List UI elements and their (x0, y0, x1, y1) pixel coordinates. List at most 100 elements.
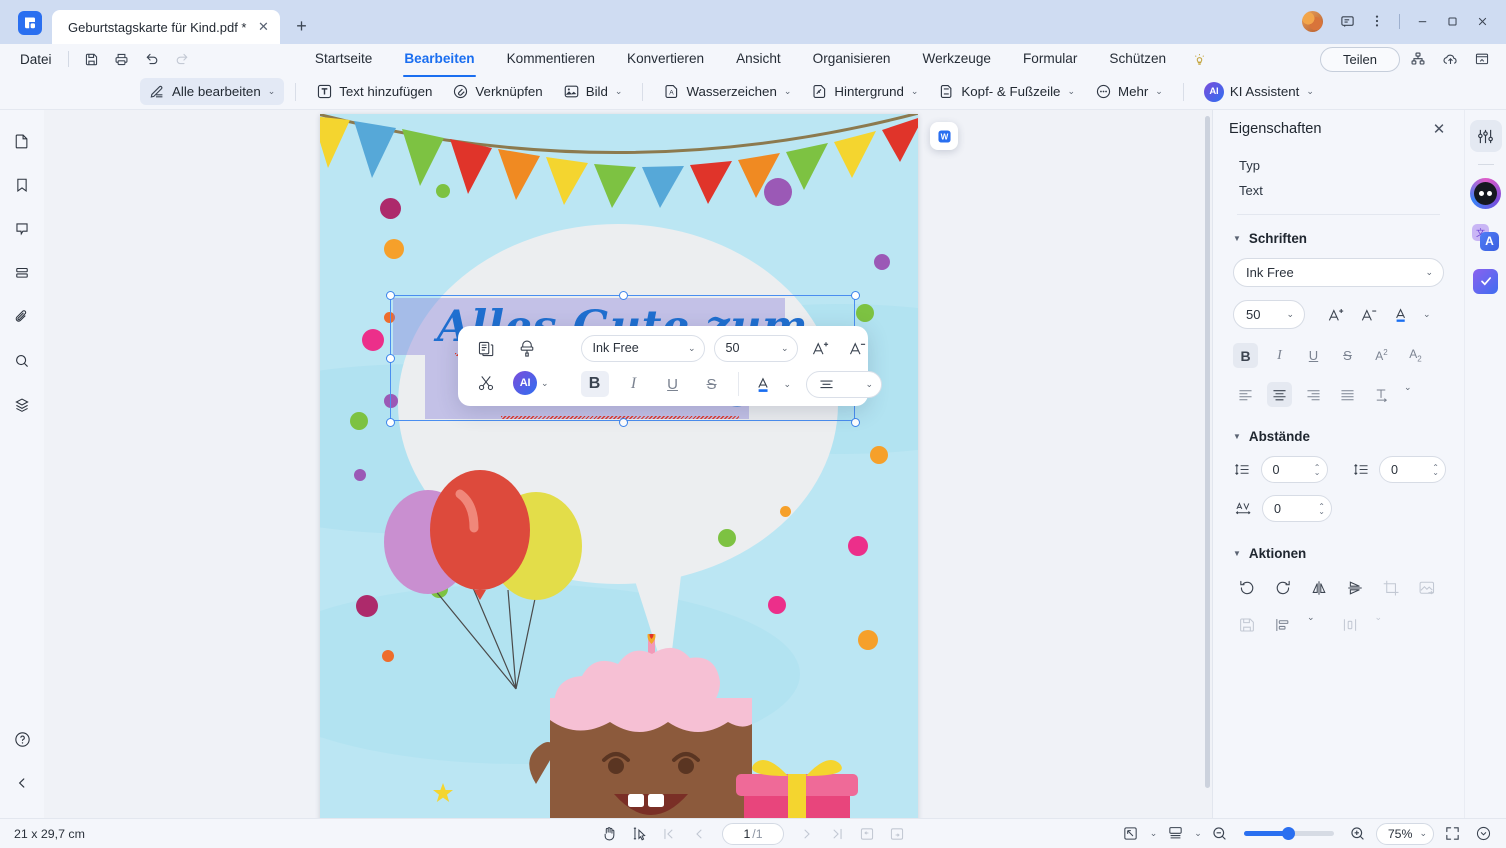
comment-icon[interactable] (5, 212, 39, 246)
tab-ansicht[interactable]: Ansicht (720, 47, 797, 71)
tips-bulb-icon[interactable] (1192, 52, 1207, 67)
strikethrough-button[interactable]: S (698, 371, 726, 397)
underline-button[interactable]: U (659, 371, 687, 397)
more-tools-button[interactable]: Mehr ⌄ (1086, 78, 1172, 105)
tab-werkzeuge[interactable]: Werkzeuge (906, 47, 1007, 71)
close-window-button[interactable] (1468, 8, 1496, 34)
align-center-button[interactable] (1267, 382, 1292, 407)
zoom-slider[interactable] (1243, 827, 1334, 840)
export-word-badge-icon[interactable]: W (930, 122, 958, 150)
alignment-select[interactable]: ⌄ (806, 370, 883, 398)
document-canvas[interactable]: Alles Gute zum Geburtstag W (44, 110, 1212, 818)
tab-kommentieren[interactable]: Kommentieren (491, 47, 611, 71)
page-number-input[interactable]: 1 /1 (722, 822, 784, 845)
flip-horizontal-icon[interactable] (1306, 575, 1331, 600)
document-tab[interactable]: Geburtstagskarte für Kind.pdf * ✕ (52, 10, 281, 44)
fit-page-icon[interactable] (1118, 823, 1144, 845)
flip-vertical-icon[interactable] (1342, 575, 1367, 600)
font-size-select[interactable]: 50 ⌄ (1233, 300, 1305, 329)
tab-bearbeiten[interactable]: Bearbeiten (388, 47, 490, 77)
font-family-select[interactable]: Ink Free ⌄ (1233, 258, 1444, 287)
tab-startseite[interactable]: Startseite (299, 47, 388, 71)
decrease-font-size-icon[interactable] (1356, 302, 1381, 327)
line-spacing-input[interactable]: 0 ⌃ ⌄ (1260, 456, 1328, 483)
stepper-arrows[interactable]: ⌃ ⌄ (1314, 463, 1321, 476)
cut-icon[interactable] (472, 371, 499, 395)
stepper-arrows[interactable]: ⌃ ⌄ (1432, 463, 1439, 476)
resize-handle-n[interactable] (619, 291, 628, 300)
zoom-out-button[interactable] (1207, 823, 1233, 845)
pdf-page[interactable]: Alles Gute zum Geburtstag (320, 114, 918, 818)
resize-handle-nw[interactable] (386, 291, 395, 300)
edit-all-button[interactable]: Alle bearbeiten ⌄ (140, 78, 285, 105)
hand-tool-icon[interactable] (596, 823, 622, 845)
ai-assistant-button[interactable]: AI KI Assistent ⌄ (1195, 77, 1323, 107)
italic-button[interactable]: I (620, 371, 648, 397)
align-objects-icon[interactable] (1270, 612, 1295, 637)
background-button[interactable]: Hintergrund ⌄ (802, 78, 927, 105)
maximize-button[interactable] (1438, 8, 1466, 34)
attachment-icon[interactable] (5, 300, 39, 334)
strikethrough-button[interactable]: S (1335, 343, 1360, 368)
undo-icon[interactable] (137, 47, 167, 71)
bookmark-icon[interactable] (5, 168, 39, 202)
more-menu-icon[interactable] (1363, 8, 1391, 34)
align-right-button[interactable] (1301, 382, 1326, 407)
bold-button[interactable]: B (580, 371, 609, 397)
header-footer-button[interactable]: Kopf- & Fußzeile ⌄ (929, 78, 1084, 105)
italic-button[interactable]: I (1267, 343, 1292, 368)
pages-icon[interactable] (5, 124, 39, 158)
ai-tools-button[interactable]: AI ⌄ (513, 371, 549, 395)
zoom-level-select[interactable]: 75% ⌄ (1375, 822, 1434, 845)
layers-icon[interactable] (5, 388, 39, 422)
properties-icon[interactable] (1469, 120, 1502, 152)
subscript-button[interactable]: A2 (1403, 343, 1428, 368)
search-icon[interactable] (5, 344, 39, 378)
rotate-right-icon[interactable] (1270, 575, 1295, 600)
char-spacing-input[interactable]: 0 ⌃ ⌄ (1262, 495, 1332, 522)
font-family-select[interactable]: Ink Free ⌄ (580, 334, 705, 362)
share-button[interactable]: Teilen (1320, 46, 1400, 72)
image-button[interactable]: Bild ⌄ (554, 78, 632, 105)
resize-handle-ne[interactable] (851, 291, 860, 300)
checklist-icon[interactable] (1470, 265, 1502, 297)
chevron-down-icon[interactable]: ⌄ (1404, 382, 1412, 407)
minimize-button[interactable] (1408, 8, 1436, 34)
increase-font-size-icon[interactable] (1323, 302, 1348, 327)
list-icon[interactable] (5, 256, 39, 290)
feedback-icon[interactable] (1333, 8, 1361, 34)
format-painter-icon[interactable] (513, 337, 540, 361)
increase-font-size-icon[interactable] (807, 335, 835, 361)
font-color-icon[interactable] (751, 371, 779, 397)
help-icon[interactable] (5, 722, 39, 756)
chevron-down-icon[interactable]: ⌄ (1423, 309, 1431, 320)
font-size-select[interactable]: 50 ⌄ (713, 334, 798, 362)
select-tool-icon[interactable] (626, 823, 652, 845)
copy-icon[interactable] (472, 337, 499, 361)
resize-handle-sw[interactable] (386, 418, 395, 427)
text-direction-button[interactable] (1369, 382, 1394, 407)
zoom-in-button[interactable] (1345, 823, 1371, 845)
zoom-slider-handle[interactable] (1281, 827, 1295, 840)
collapse-statusbar-icon[interactable] (1470, 823, 1496, 845)
resize-handle-w[interactable] (386, 354, 395, 363)
fullscreen-icon[interactable] (1439, 823, 1465, 845)
chevron-down-icon[interactable]: ⌄ (1150, 828, 1158, 839)
save-icon[interactable] (77, 47, 107, 71)
translate-icon[interactable]: 文 A (1470, 221, 1502, 253)
fonts-section-header[interactable]: ▼ Schriften (1233, 231, 1446, 246)
watermark-button[interactable]: A Wasserzeichen ⌄ (654, 78, 800, 105)
bold-button[interactable]: B (1233, 343, 1258, 368)
new-tab-button[interactable]: + (288, 13, 314, 39)
chevron-down-icon[interactable]: ⌄ (1307, 612, 1315, 637)
resize-handle-s[interactable] (619, 418, 628, 427)
ai-bot-icon[interactable] (1470, 177, 1502, 209)
share-network-icon[interactable] (1404, 46, 1432, 72)
chevron-down-icon[interactable]: ⌄ (784, 379, 792, 390)
collapse-ribbon-icon[interactable] (1468, 46, 1496, 72)
file-menu[interactable]: Datei (12, 49, 60, 70)
print-icon[interactable] (107, 47, 137, 71)
tab-formular[interactable]: Formular (1007, 47, 1093, 71)
actions-section-header[interactable]: ▼ Aktionen (1233, 546, 1446, 561)
resize-handle-se[interactable] (851, 418, 860, 427)
